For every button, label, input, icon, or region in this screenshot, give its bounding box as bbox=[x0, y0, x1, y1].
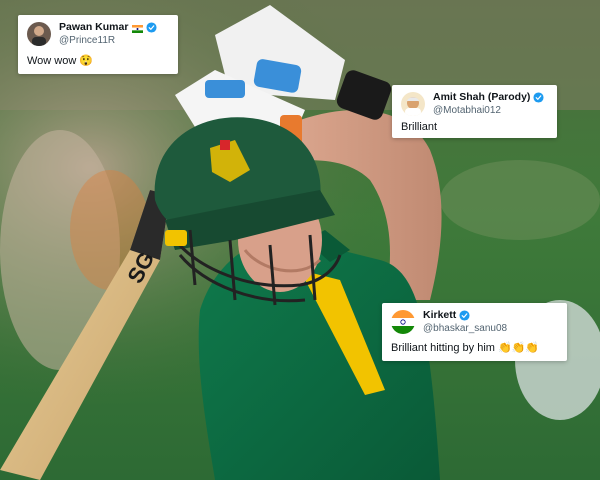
handle[interactable]: @bhaskar_sanu08 bbox=[423, 322, 507, 335]
tweet-card[interactable]: Pawan Kumar @Prince11R Wow wow 😲 bbox=[18, 15, 178, 74]
display-name[interactable]: Amit Shah (Parody) bbox=[433, 91, 530, 104]
verified-badge-icon bbox=[146, 22, 157, 33]
handle[interactable]: @Prince11R bbox=[59, 34, 157, 47]
handle[interactable]: @Motabhai012 bbox=[433, 104, 544, 117]
display-name[interactable]: Kirkett bbox=[423, 309, 456, 322]
tweet-card[interactable]: Kirkett @bhaskar_sanu08 Brilliant hittin… bbox=[382, 303, 567, 361]
avatar[interactable] bbox=[27, 22, 51, 46]
tweet-text: Wow wow 😲 bbox=[27, 55, 94, 67]
verified-badge-icon bbox=[459, 310, 470, 321]
display-name[interactable]: Pawan Kumar bbox=[59, 21, 128, 34]
avatar[interactable] bbox=[401, 92, 425, 116]
avatar[interactable] bbox=[391, 310, 415, 334]
verified-badge-icon bbox=[533, 92, 544, 103]
tweet-header: Kirkett @bhaskar_sanu08 bbox=[391, 309, 507, 335]
tweet-header: Amit Shah (Parody) @Motabhai012 bbox=[401, 91, 544, 117]
india-flag-icon bbox=[132, 24, 144, 33]
tweet-card[interactable]: Amit Shah (Parody) @Motabhai012 Brillian… bbox=[392, 85, 557, 138]
tweet-text: Brilliant bbox=[401, 121, 438, 133]
tweet-header: Pawan Kumar @Prince11R bbox=[27, 21, 157, 47]
tweet-text: Brilliant hitting by him 👏👏👏 bbox=[391, 342, 540, 354]
